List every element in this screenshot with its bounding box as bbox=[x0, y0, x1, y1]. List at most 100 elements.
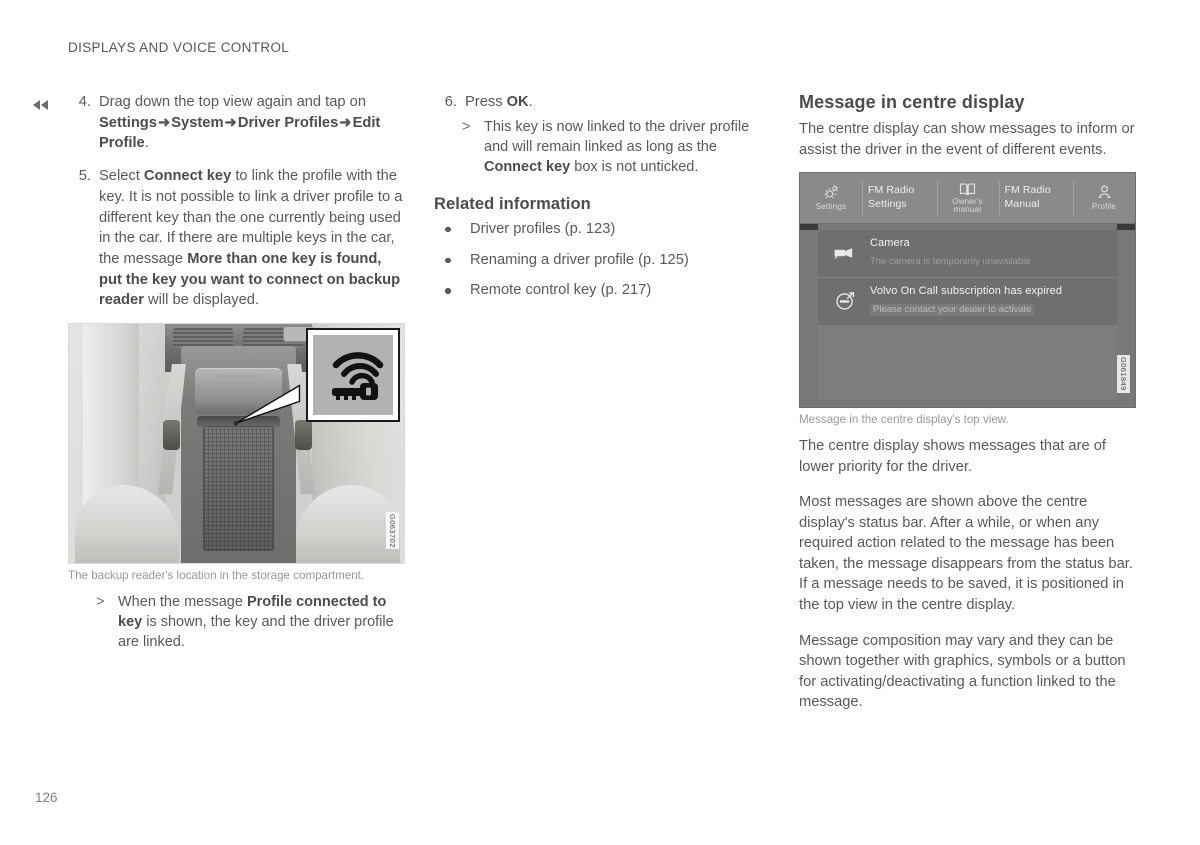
related-information-heading: Related information bbox=[434, 194, 591, 213]
procedure-steps-middle: 6. Press OK. bbox=[434, 92, 774, 113]
top-view-drag-handle[interactable] bbox=[800, 224, 1135, 231]
column-left: 4. Drag down the top view again and tap … bbox=[68, 92, 408, 662]
emphasis-text: OK bbox=[506, 94, 529, 110]
column-right: Message in centre display The centre dis… bbox=[799, 92, 1139, 728]
continuation-back-arrows-icon bbox=[33, 98, 55, 112]
top-bar-profile-button[interactable]: Profile bbox=[1073, 173, 1135, 223]
emphasis-text: System bbox=[171, 114, 224, 131]
emphasis-text: Driver Profiles bbox=[237, 114, 339, 131]
figure-id-left: G063702 bbox=[386, 511, 399, 550]
top-bar-owners-manual-button[interactable]: Owner's manual bbox=[936, 173, 999, 223]
step-6-number: 6. bbox=[444, 94, 457, 110]
bullet-dot-icon bbox=[445, 257, 451, 264]
top-bar-fm-radio-manual-line2: Manual bbox=[1004, 198, 1040, 211]
message-subtitle: Please contact your dealer to activate bbox=[870, 303, 1035, 316]
step-5-text: Select Connect key to link the profile w… bbox=[99, 168, 402, 308]
photo-buckle-left bbox=[163, 420, 180, 451]
paragraph-lower-priority: The centre display shows messages that a… bbox=[799, 437, 1106, 475]
body-text: Press bbox=[465, 94, 507, 110]
key-with-signal-waves-icon bbox=[332, 352, 384, 401]
figure-backup-reader-location: G063702 bbox=[68, 323, 405, 565]
related-link-label[interactable]: Driver profiles (p. 123) bbox=[470, 221, 615, 237]
intro-paragraph: The centre display can show messages to … bbox=[799, 121, 1135, 158]
body-text: Select bbox=[99, 168, 144, 185]
bullet-dot-icon bbox=[445, 226, 451, 233]
section-heading-message-in-centre-display: Message in centre display bbox=[799, 92, 1025, 112]
body-text: will be displayed. bbox=[143, 292, 260, 309]
related-link-label[interactable]: Remote control key (p. 217) bbox=[470, 282, 651, 298]
settings-gear-icon bbox=[824, 185, 838, 199]
body-text: is shown, the key and the driver profile… bbox=[118, 614, 394, 651]
top-bar-fm-radio-manual-line1: FM Radio bbox=[1004, 184, 1051, 197]
figure-centre-display-top-view: Settings FM Radio Settings Owner's manua… bbox=[799, 172, 1136, 409]
top-bar-owners-manual-label: Owner's manual bbox=[952, 196, 983, 215]
emphasis-text: Connect key bbox=[484, 158, 571, 175]
photo-centre-console bbox=[181, 346, 296, 564]
body-text: . bbox=[144, 135, 149, 152]
photo-vent-left bbox=[173, 328, 233, 349]
message-title: Volvo On Call subscription has expired bbox=[870, 284, 1063, 297]
procedure-steps-left: 4. Drag down the top view again and tap … bbox=[68, 92, 408, 311]
related-information-list: Driver profiles (p. 123) Renaming a driv… bbox=[434, 220, 774, 302]
page-number: 126 bbox=[35, 790, 58, 805]
sub-result-text: This key is now linked to the driver pro… bbox=[484, 119, 749, 175]
top-bar-fm-radio-settings-line1: FM Radio bbox=[868, 184, 915, 197]
step-4: 4. Drag down the top view again and tap … bbox=[68, 92, 408, 154]
centre-display-message-list: Camera The camera is temporarily unavail… bbox=[818, 230, 1117, 325]
photo-console-lid bbox=[195, 368, 282, 415]
step-6-text: Press OK. bbox=[465, 94, 533, 110]
step-4-number: 4. bbox=[78, 94, 91, 110]
related-link-label[interactable]: Renaming a driver profile (p. 125) bbox=[470, 252, 689, 268]
right-arrow-icon: ➜ bbox=[157, 114, 171, 131]
bullet-dot-icon bbox=[445, 288, 451, 294]
photo-buckle-right bbox=[295, 420, 312, 451]
centre-display-bottom-strip bbox=[800, 400, 1135, 408]
message-row-volvo-on-call[interactable]: Volvo On Call subscription has expired P… bbox=[818, 278, 1117, 325]
sub-result-profile-connected: > When the message Profile connected to … bbox=[96, 592, 408, 652]
emphasis-text: Connect key bbox=[143, 168, 232, 185]
figure-inset-key-icon bbox=[306, 328, 400, 423]
step-6: 6. Press OK. bbox=[434, 92, 774, 113]
paragraph-status-bar: Most messages are shown above the centre… bbox=[799, 494, 1133, 614]
body-text: . bbox=[528, 94, 533, 110]
running-header: DISPLAYS AND VOICE CONTROL bbox=[68, 40, 290, 55]
figure-id-right: G061849 bbox=[1117, 355, 1130, 394]
figure-caption-right: Message in the centre display's top view… bbox=[799, 413, 1009, 427]
sub-result-marker: > bbox=[96, 594, 105, 611]
camera-icon bbox=[830, 245, 860, 261]
top-bar-settings-button[interactable]: Settings bbox=[800, 173, 862, 223]
centre-display-empty-area bbox=[818, 324, 1117, 408]
owners-manual-book-icon bbox=[959, 183, 976, 195]
message-subtitle: The camera is temporarily unavailable bbox=[870, 255, 1031, 267]
message-row-camera[interactable]: Camera The camera is temporarily unavail… bbox=[818, 230, 1117, 278]
top-bar-profile-label: Profile bbox=[1091, 202, 1117, 212]
centre-display-top-bar: Settings FM Radio Settings Owner's manua… bbox=[800, 173, 1135, 225]
step-4-text: Drag down the top view again and tap on … bbox=[99, 94, 380, 151]
right-arrow-icon: ➜ bbox=[339, 114, 352, 131]
step-5: 5. Select Connect key to link the profil… bbox=[68, 166, 408, 311]
sub-result-key-linked: > This key is now linked to the driver p… bbox=[462, 117, 774, 177]
figure-caption-left: The backup reader's location in the stor… bbox=[68, 569, 365, 583]
step-5-number: 5. bbox=[78, 168, 91, 185]
top-bar-fm-radio-settings[interactable]: FM Radio Settings bbox=[862, 173, 937, 223]
body-text: box is not unticked. bbox=[570, 158, 699, 175]
volvo-logo-icon bbox=[830, 290, 860, 312]
list-item[interactable]: Renaming a driver profile (p. 125) bbox=[434, 251, 774, 271]
body-text: Drag down the top view again and tap on bbox=[99, 94, 367, 110]
emphasis-text: Settings bbox=[99, 114, 157, 131]
sub-result-marker: > bbox=[462, 118, 471, 135]
photo-storage-compartment-tray bbox=[203, 426, 274, 552]
top-bar-fm-radio-settings-line2: Settings bbox=[868, 198, 907, 211]
message-title: Camera bbox=[870, 237, 910, 250]
list-item[interactable]: Remote control key (p. 217) bbox=[434, 281, 774, 301]
top-bar-settings-label: Settings bbox=[815, 202, 847, 212]
paragraph-message-composition: Message composition may vary and they ca… bbox=[799, 632, 1126, 711]
list-item[interactable]: Driver profiles (p. 123) bbox=[434, 220, 774, 240]
column-middle: 6. Press OK. > This key is now linked to… bbox=[434, 92, 774, 312]
body-text: This key is now linked to the driver pro… bbox=[484, 118, 750, 155]
top-bar-fm-radio-manual[interactable]: FM Radio Manual bbox=[998, 173, 1074, 223]
right-arrow-icon: ➜ bbox=[224, 114, 237, 131]
profile-person-icon bbox=[1098, 186, 1110, 199]
sub-result-text: When the message Profile connected to ke… bbox=[118, 594, 394, 650]
body-text: When the message bbox=[118, 594, 247, 611]
